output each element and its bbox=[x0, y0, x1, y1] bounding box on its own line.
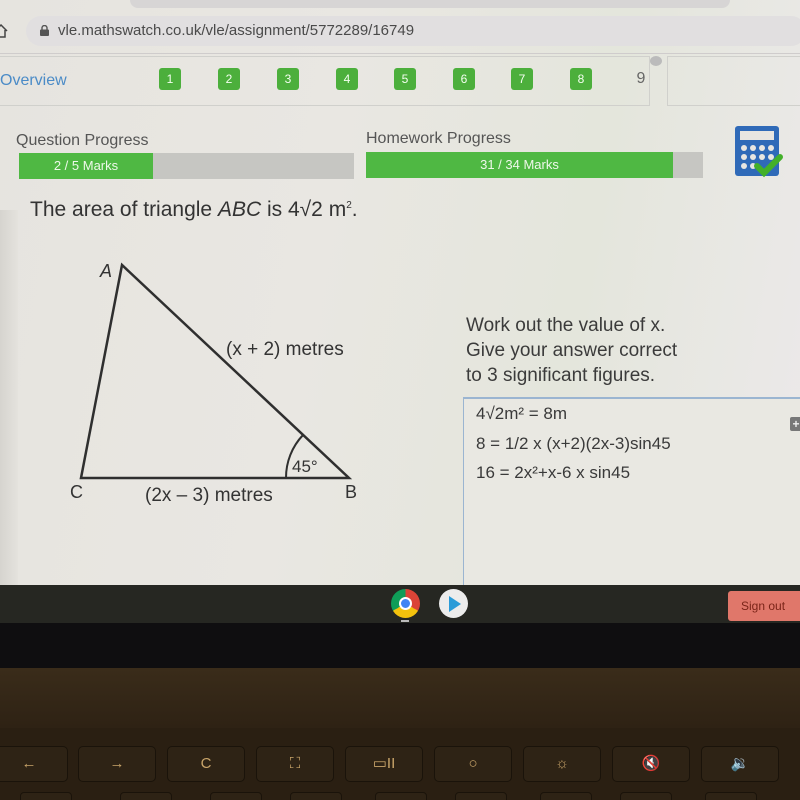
question-area: is 4√2 m bbox=[261, 198, 347, 221]
homework-progress-bar: 31 / 34 Marks bbox=[366, 152, 703, 178]
homework-progress-text: 31 / 34 Marks bbox=[480, 157, 559, 172]
question-suffix: . bbox=[351, 198, 358, 221]
volume-down-key[interactable]: 🔉 bbox=[701, 746, 779, 782]
question-2-button[interactable]: 2 bbox=[218, 68, 240, 90]
triangle-name: ABC bbox=[217, 198, 262, 221]
brightness-down-key[interactable]: ○ bbox=[434, 746, 512, 782]
browser-tab-strip bbox=[130, 0, 730, 8]
question-progress-bar: 2 / 5 Marks bbox=[19, 153, 354, 179]
overview-link[interactable]: Overview bbox=[0, 72, 67, 90]
question-8-button[interactable]: 8 bbox=[570, 68, 592, 90]
question-9-button[interactable]: 9 bbox=[630, 68, 652, 90]
key[interactable] bbox=[455, 792, 507, 800]
key[interactable] bbox=[120, 792, 172, 800]
triangle-diagram: A C B (x + 2) metres (2x – 3) metres 45° bbox=[70, 261, 357, 506]
key[interactable] bbox=[540, 792, 592, 800]
fullscreen-key[interactable]: ⛶ bbox=[256, 746, 334, 782]
triangle-abc bbox=[79, 262, 353, 480]
screen: vle.mathswatch.co.uk/vle/assignment/5772… bbox=[0, 0, 800, 585]
instruction-line: Give your answer correct bbox=[466, 340, 678, 361]
question-7-button[interactable]: 7 bbox=[511, 68, 533, 90]
side-ab-label: (x + 2) metres bbox=[226, 339, 344, 360]
sign-out-button[interactable]: Sign out bbox=[728, 591, 800, 621]
question-nav: Overview 1 2 3 4 5 6 7 8 9 bbox=[0, 56, 800, 106]
back-key[interactable]: ← bbox=[0, 746, 68, 782]
question-6-button[interactable]: 6 bbox=[453, 68, 475, 90]
overview-key[interactable]: ▭II bbox=[345, 746, 423, 782]
question-nav-box bbox=[0, 56, 650, 106]
working-textarea[interactable]: 4√2m² = 8m 8 = 1/2 x (x+2)(2x-3)sin45 16… bbox=[463, 397, 800, 585]
question-1-button[interactable]: 1 bbox=[159, 68, 181, 90]
side-cb-label: (2x – 3) metres bbox=[145, 485, 273, 506]
key[interactable] bbox=[20, 792, 72, 800]
question-4-button[interactable]: 4 bbox=[336, 68, 358, 90]
screen-bezel bbox=[0, 623, 800, 668]
angle-b-label: 45° bbox=[292, 457, 318, 476]
lock-icon bbox=[40, 25, 49, 36]
working-line: 16 = 2x²+x-6 x sin45 bbox=[476, 463, 631, 482]
play-store-icon[interactable] bbox=[439, 589, 468, 618]
key[interactable] bbox=[210, 792, 262, 800]
expand-icon[interactable]: + bbox=[790, 417, 800, 431]
brightness-up-key[interactable]: ☼ bbox=[523, 746, 601, 782]
working-line: 8 = 1/2 x (x+2)(2x-3)sin45 bbox=[476, 434, 671, 453]
working-line: 4√2m² = 8m bbox=[476, 404, 568, 423]
keyboard: ← → C ⛶ ▭II ○ ☼ 🔇 🔉 bbox=[0, 728, 800, 800]
forward-key[interactable]: → bbox=[78, 746, 156, 782]
vertex-a-label: A bbox=[99, 261, 112, 281]
homework-progress-label: Homework Progress bbox=[366, 130, 511, 147]
mute-key[interactable]: 🔇 bbox=[612, 746, 690, 782]
key[interactable] bbox=[620, 792, 672, 800]
key[interactable] bbox=[375, 792, 427, 800]
question-5-button[interactable]: 5 bbox=[394, 68, 416, 90]
running-indicator bbox=[401, 620, 409, 622]
divider bbox=[0, 53, 800, 54]
instruction-line: Work out the value of x. bbox=[466, 315, 666, 336]
laptop-hinge bbox=[0, 668, 800, 728]
question-progress-label: Question Progress bbox=[16, 132, 149, 149]
comment-icon bbox=[650, 56, 662, 66]
question-progress-text: 2 / 5 Marks bbox=[53, 158, 119, 173]
question-3-button[interactable]: 3 bbox=[277, 68, 299, 90]
key[interactable] bbox=[705, 792, 757, 800]
vertex-c-label: C bbox=[70, 482, 83, 502]
question-text: The area of triangle ABC is 4√2 m2. bbox=[30, 198, 358, 222]
home-icon[interactable] bbox=[0, 24, 8, 38]
calculator-icon[interactable] bbox=[733, 124, 783, 178]
url-text[interactable]: vle.mathswatch.co.uk/vle/assignment/5772… bbox=[58, 22, 414, 39]
vertex-b-label: B bbox=[345, 482, 357, 502]
address-bar-row: vle.mathswatch.co.uk/vle/assignment/5772… bbox=[0, 14, 800, 50]
page-left-edge bbox=[0, 210, 18, 585]
question-instructions: Work out the value of x. Give your answe… bbox=[466, 313, 677, 388]
refresh-key[interactable]: C bbox=[167, 746, 245, 782]
key[interactable] bbox=[290, 792, 342, 800]
chrome-icon[interactable] bbox=[391, 589, 420, 618]
question-nav-extra-box bbox=[667, 56, 800, 106]
question-prefix: The area of triangle bbox=[30, 198, 218, 221]
instruction-line: to 3 significant figures. bbox=[466, 365, 656, 386]
